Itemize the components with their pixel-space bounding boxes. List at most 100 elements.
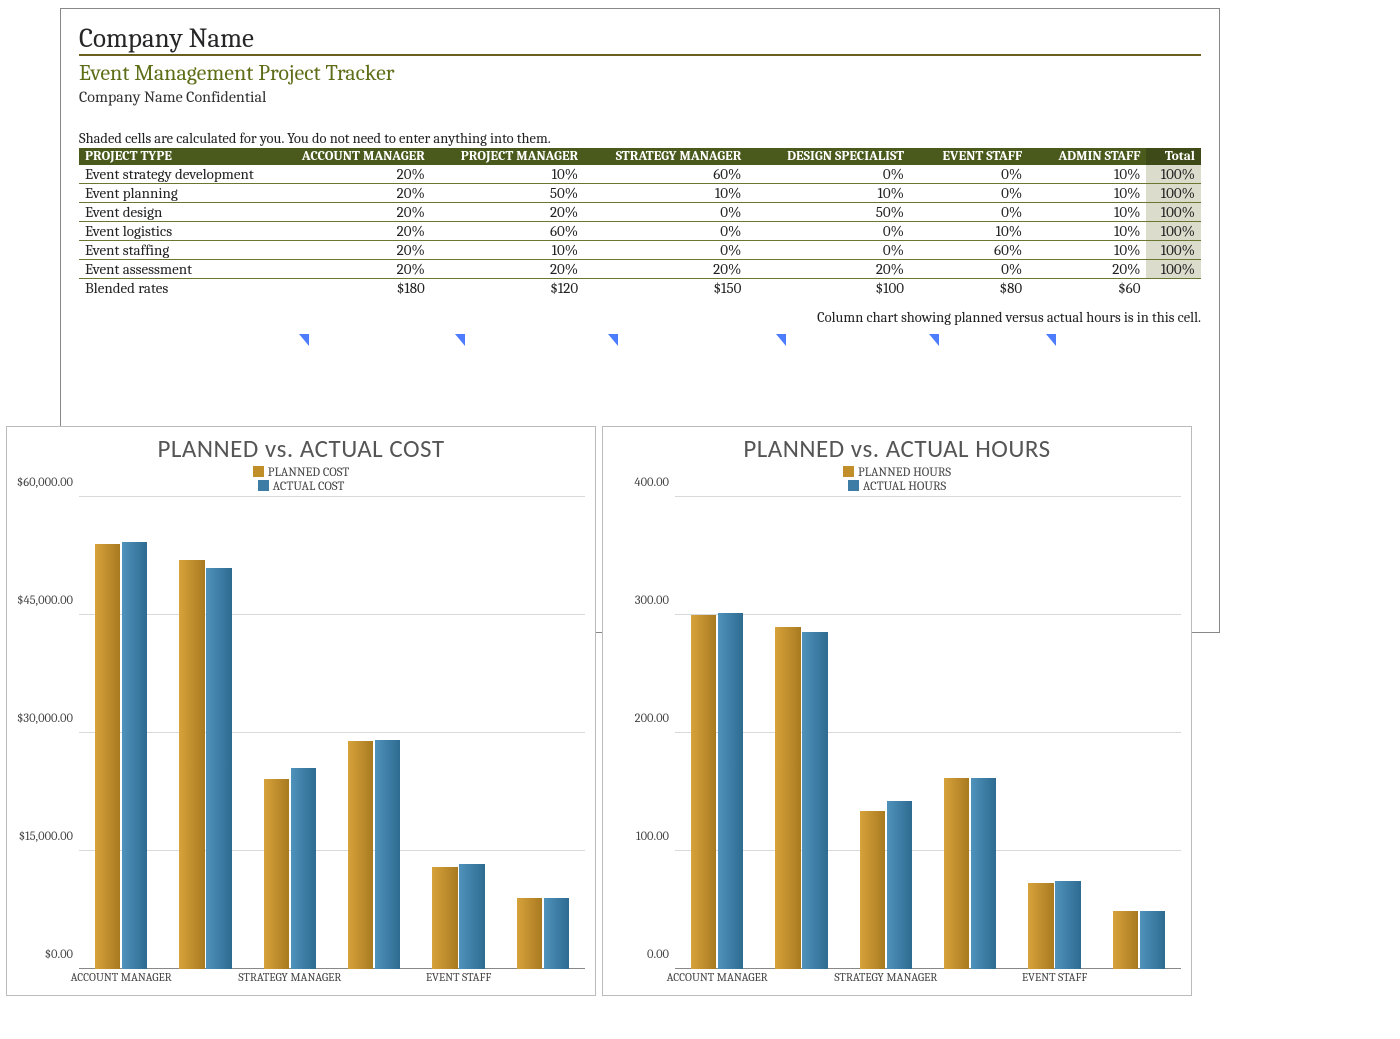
cell-value[interactable]: 20% [431, 203, 584, 222]
triangle-icon [929, 334, 939, 346]
column-header[interactable]: STRATEGY MANAGER [584, 148, 747, 165]
cell-value[interactable]: 20% [584, 260, 747, 279]
table-row[interactable]: Event planning20%50%10%10%0%10%100% [79, 184, 1201, 203]
cell-total: 100% [1146, 165, 1201, 184]
chart-location-note: Column chart showing planned versus actu… [79, 309, 1201, 326]
cell-value[interactable]: 0% [910, 184, 1028, 203]
chart-legend: PLANNED COSTACTUAL COST [7, 466, 595, 494]
cell-value[interactable]: 50% [747, 203, 910, 222]
cell-value[interactable]: 10% [1028, 222, 1146, 241]
cell-value[interactable]: 0% [910, 260, 1028, 279]
y-tick-label: 200.00 [635, 712, 675, 726]
chart-bar [517, 898, 542, 969]
cell-value[interactable]: 20% [431, 260, 584, 279]
legend-label: PLANNED HOURS [858, 466, 951, 480]
column-header[interactable]: PROJECT MANAGER [431, 148, 584, 165]
triangle-icon [608, 334, 618, 346]
cell-value[interactable]: 20% [282, 241, 431, 260]
cell-value[interactable]: $100 [747, 279, 910, 298]
cell-value[interactable]: 50% [431, 184, 584, 203]
cell-value[interactable]: 20% [282, 260, 431, 279]
cell-value[interactable]: 0% [584, 241, 747, 260]
chart-bar [544, 898, 569, 969]
row-label[interactable]: Event strategy development [79, 165, 282, 184]
row-label[interactable]: Event logistics [79, 222, 282, 241]
cell-value[interactable]: $80 [910, 279, 1028, 298]
table-row[interactable]: Event design20%20%0%50%0%10%100% [79, 203, 1201, 222]
row-label[interactable]: Event planning [79, 184, 282, 203]
cell-value[interactable]: 10% [431, 165, 584, 184]
cell-value[interactable]: 60% [431, 222, 584, 241]
cell-value[interactable]: 10% [1028, 241, 1146, 260]
cell-value[interactable]: 20% [747, 260, 910, 279]
chart[interactable]: PLANNED vs. ACTUAL HOURS PLANNED HOURSACT… [602, 426, 1192, 996]
cell-value[interactable]: 20% [282, 165, 431, 184]
cell-value[interactable]: 10% [584, 184, 747, 203]
chart-title: PLANNED vs. ACTUAL HOURS [603, 433, 1191, 464]
y-tick-label: $30,000.00 [17, 712, 79, 726]
column-indicator-row [79, 334, 1201, 352]
column-header[interactable]: PROJECT TYPE [79, 148, 282, 165]
chart-bar [1140, 911, 1165, 969]
company-title: Company Name [79, 23, 1201, 56]
column-header[interactable]: EVENT STAFF [910, 148, 1028, 165]
cell-value[interactable]: 0% [584, 222, 747, 241]
cell-value[interactable]: 10% [747, 184, 910, 203]
cell-value[interactable]: 0% [747, 241, 910, 260]
cell-value[interactable]: 20% [282, 184, 431, 203]
row-label[interactable]: Event staffing [79, 241, 282, 260]
cell-total: 100% [1146, 203, 1201, 222]
row-label[interactable]: Event design [79, 203, 282, 222]
chart-bar [1055, 881, 1080, 970]
column-header[interactable]: DESIGN SPECIALIST [747, 148, 910, 165]
confidential-label: Company Name Confidential [79, 88, 1201, 106]
instruction-note: Shaded cells are calculated for you. You… [79, 130, 1201, 147]
column-header[interactable]: ACCOUNT MANAGER [282, 148, 431, 165]
cell-value[interactable]: 10% [1028, 165, 1146, 184]
cell-value[interactable]: 0% [910, 165, 1028, 184]
triangle-icon [299, 334, 309, 346]
cell-value[interactable]: 10% [910, 222, 1028, 241]
legend-label: ACTUAL HOURS [863, 480, 946, 494]
cell-value[interactable]: 0% [584, 203, 747, 222]
cell-value[interactable]: 20% [1028, 260, 1146, 279]
cell-total: 100% [1146, 222, 1201, 241]
chart-bar [802, 632, 827, 969]
triangle-icon [1046, 334, 1056, 346]
table-row[interactable]: Event staffing20%10%0%0%60%10%100% [79, 241, 1201, 260]
table-row[interactable]: Event logistics20%60%0%0%10%10%100% [79, 222, 1201, 241]
cell-value[interactable]: $120 [431, 279, 584, 298]
cell-value[interactable]: 0% [747, 222, 910, 241]
chart-bar [860, 811, 885, 969]
allocation-table[interactable]: PROJECT TYPEACCOUNT MANAGERPROJECT MANAG… [79, 148, 1201, 297]
column-header[interactable]: ADMIN STAFF [1028, 148, 1146, 165]
chart-bar [291, 768, 316, 969]
cell-value[interactable]: 10% [1028, 203, 1146, 222]
chart-bar [122, 542, 147, 969]
row-label[interactable]: Event assessment [79, 260, 282, 279]
cell-value[interactable]: 60% [910, 241, 1028, 260]
cell-value[interactable]: 60% [584, 165, 747, 184]
cell-value[interactable]: $180 [282, 279, 431, 298]
column-header[interactable]: Total [1146, 148, 1201, 165]
cell-value[interactable]: 0% [747, 165, 910, 184]
cell-total: 100% [1146, 241, 1201, 260]
cell-value[interactable]: 0% [910, 203, 1028, 222]
table-row[interactable]: Event assessment20%20%20%20%0%20%100% [79, 260, 1201, 279]
x-tick-label: ACCOUNT MANAGER [667, 969, 768, 984]
cell-total: 100% [1146, 260, 1201, 279]
cell-value[interactable]: $150 [584, 279, 747, 298]
chart[interactable]: PLANNED vs. ACTUAL COSTPLANNED COSTACTUA… [6, 426, 596, 996]
cell-total: 100% [1146, 184, 1201, 203]
cell-value[interactable]: 10% [431, 241, 584, 260]
table-row[interactable]: Event strategy development20%10%60%0%0%1… [79, 165, 1201, 184]
cell-value[interactable]: 20% [282, 203, 431, 222]
plot-area: $0.00$15,000.00$30,000.00$45,000.00$60,0… [79, 497, 585, 969]
cell-value[interactable]: 10% [1028, 184, 1146, 203]
blended-rates-row[interactable]: Blended rates$180$120$150$100$80$60 [79, 279, 1201, 298]
cell-value[interactable]: 20% [282, 222, 431, 241]
chart-bar [944, 778, 969, 969]
cell-value[interactable]: $60 [1028, 279, 1146, 298]
chart-bar [887, 801, 912, 969]
row-label[interactable]: Blended rates [79, 279, 282, 298]
